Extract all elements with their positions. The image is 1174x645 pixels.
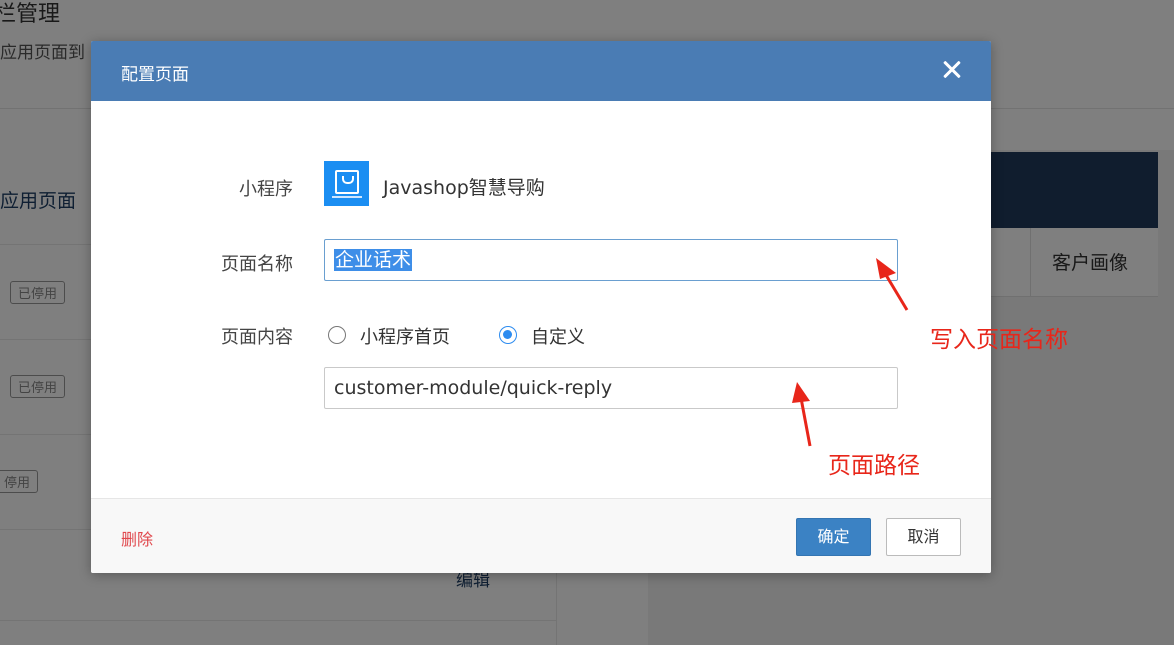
arrow-to-path-input xyxy=(799,397,812,447)
annotation-page-name: 写入页面名称 xyxy=(930,327,1068,353)
annotation-page-path: 页面路径 xyxy=(828,453,920,479)
arrow-head-name xyxy=(876,258,896,279)
arrow-head-path xyxy=(792,382,810,403)
